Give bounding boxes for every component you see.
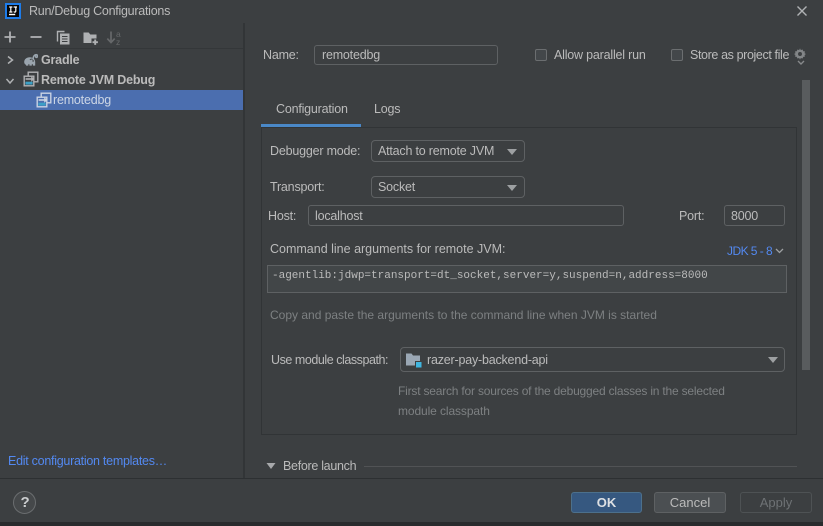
svg-text:z: z [116, 37, 120, 46]
